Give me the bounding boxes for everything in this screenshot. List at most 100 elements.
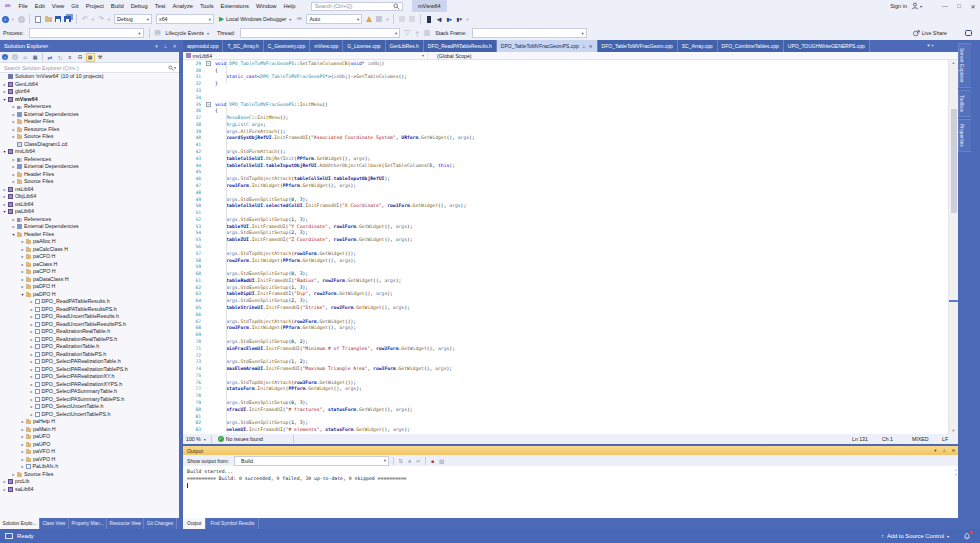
expand-icon[interactable]: ▸ <box>2 479 7 484</box>
search-input[interactable]: Search (Ctrl+Q) <box>311 2 403 11</box>
expand-icon[interactable]: ▸ <box>11 127 16 132</box>
step-over-icon[interactable] <box>398 14 407 24</box>
redo-icon[interactable]: ↷ <box>97 14 106 24</box>
menu-tools[interactable]: Tools <box>197 0 218 12</box>
tree-item[interactable]: ▸paHelp H <box>0 418 179 426</box>
fold-icon[interactable]: − <box>206 61 211 66</box>
menu-analyze[interactable]: Analyze <box>169 0 197 12</box>
output-wrap-icon[interactable]: ↵ <box>415 458 423 464</box>
expand-icon[interactable]: ▸ <box>11 217 16 222</box>
output-window-position-icon[interactable]: ▾ <box>931 448 940 453</box>
tree-item[interactable]: ClassDiagram1.cd <box>0 141 179 149</box>
step-into-icon[interactable] <box>408 14 417 24</box>
expand-icon[interactable]: ▸ <box>11 164 16 169</box>
navigate-forward-icon[interactable]: › <box>17 14 26 24</box>
right-tab[interactable]: Properties <box>958 119 971 152</box>
auto-dropdown[interactable]: Auto▾ <box>306 14 362 24</box>
se-home-icon[interactable]: ⌂ <box>21 53 30 62</box>
menu-file[interactable]: File <box>15 0 31 12</box>
expand-icon[interactable]: ▸ <box>20 247 25 252</box>
expand-icon[interactable]: ▸ <box>29 352 34 357</box>
expand-icon[interactable]: ▸ <box>29 412 34 417</box>
editor-scrollbar[interactable]: ▴ ▾ <box>948 60 958 434</box>
expand-icon[interactable]: ▸ <box>29 359 34 364</box>
output-source-dropdown[interactable]: Build▾ <box>234 456 389 466</box>
tree-item[interactable]: ▾mView64 <box>0 96 179 104</box>
menu-test[interactable]: Test <box>151 0 169 12</box>
tree-item[interactable]: ▸Source Files <box>0 133 179 141</box>
tree-item[interactable]: ▸External Dependencies <box>0 223 179 231</box>
document-tab[interactable]: C_Geometry.cpp <box>264 40 310 52</box>
bookmark-icon[interactable] <box>425 14 434 24</box>
project-dropdown[interactable]: mvLib64 ▾ <box>183 52 428 59</box>
tree-item[interactable]: ▸DPO_SelectPARealizationTablePS.h <box>0 366 179 374</box>
expand-icon[interactable]: ▸ <box>2 194 7 199</box>
expand-icon[interactable]: ▸ <box>11 134 16 139</box>
configuration-dropdown[interactable]: Debug▾ <box>114 14 152 24</box>
user-icon[interactable]: ▾ <box>911 2 922 10</box>
tree-item[interactable]: ▸paUPO <box>0 441 179 449</box>
tree-item[interactable]: ▸paCalcClass H <box>0 246 179 254</box>
feedback-icon[interactable] <box>965 30 972 36</box>
output-content[interactable]: ▴▾ Build started...========== Build: 0 s… <box>183 466 958 518</box>
stack-frame-dropdown[interactable]: ▾ <box>472 28 587 38</box>
bottom-tab-1[interactable]: Find Symbol Results <box>206 518 259 529</box>
expand-icon[interactable]: ▸ <box>20 464 25 469</box>
output-copy-icon[interactable]: ▤ <box>438 458 446 464</box>
document-tab[interactable]: T_SC_Array.h <box>223 40 263 52</box>
document-tab[interactable]: mView.cpp <box>310 40 343 52</box>
scrollbar-thumb[interactable] <box>951 109 957 213</box>
attach-icon[interactable]: ⇻ <box>295 14 304 24</box>
tree-item[interactable]: ▸DPO_SelectPARealizationXY.h <box>0 373 179 381</box>
se-collapse-all-icon[interactable]: ⊟ <box>76 53 85 62</box>
solution-badge[interactable]: mView64 <box>412 0 447 12</box>
se-show-all-files-icon[interactable]: ▩ <box>86 53 95 62</box>
expand-icon[interactable]: ▸ <box>29 314 34 319</box>
output-clear-icon[interactable]: ■ <box>429 458 437 464</box>
left-tab-0[interactable]: Solution Explo... <box>0 518 40 529</box>
tree-item[interactable]: ▸DPO_ReadPATableResults.h <box>0 298 179 306</box>
se-forward-icon[interactable]: › <box>11 53 20 62</box>
document-tab[interactable]: DPO_TableToMVFracGeomPS.cpp⊥✕ <box>497 40 598 52</box>
left-tab-2[interactable]: Property Man... <box>69 518 107 529</box>
menu-help[interactable]: Help <box>280 0 299 12</box>
document-tab[interactable]: appmodul.cpp <box>183 40 223 52</box>
bookmark-list-icon[interactable]: ▮▾ <box>455 14 464 24</box>
tree-item[interactable]: ▸paAlloc H <box>0 238 179 246</box>
expand-icon[interactable]: ▸ <box>29 307 34 312</box>
tree-item[interactable]: ▸GenLib64 <box>0 81 179 89</box>
menu-project[interactable]: Project <box>82 0 107 12</box>
redo-dropdown[interactable]: ▾ <box>107 14 112 24</box>
expand-icon[interactable]: ▸ <box>29 337 34 342</box>
menu-debug[interactable]: Debug <box>127 0 151 12</box>
tree-item[interactable]: ▸prcLib <box>0 478 179 486</box>
collapse-icon[interactable]: ▾ <box>2 209 7 214</box>
expand-icon[interactable]: ▸ <box>11 157 16 162</box>
flag-icon[interactable]: † <box>413 28 422 38</box>
tree-item[interactable]: ▸DPO_RealizationRealTablePS.h <box>0 336 179 344</box>
tab-pin-icon[interactable]: ⊥ <box>582 44 586 49</box>
notifications-bell-icon[interactable] <box>963 532 972 541</box>
tree-item[interactable]: ▸osLib64 <box>0 201 179 209</box>
collapse-icon[interactable]: ▾ <box>11 232 16 237</box>
tree-item[interactable]: ▸Header Files <box>0 171 179 179</box>
document-tab[interactable]: UPO_TOUGHWriteGENERPS.cpp <box>784 40 870 52</box>
expand-icon[interactable]: ▸ <box>2 89 7 94</box>
zoom-level[interactable]: 100 % <box>183 436 201 442</box>
scope-dropdown[interactable]: (Global Scope) <box>428 52 958 59</box>
output-goto-icon[interactable]: ≡ <box>406 458 414 464</box>
expand-icon[interactable]: ▸ <box>29 382 34 387</box>
bookmark-next-icon[interactable]: ▮▸ <box>445 14 454 24</box>
menu-edit[interactable]: Edit <box>31 0 48 12</box>
code-editor[interactable]: 29−void DPO_TableToMVFracGeomPS::SetTabl… <box>183 60 958 434</box>
tree-item[interactable]: ▸References <box>0 216 179 224</box>
expand-icon[interactable]: ▸ <box>29 322 34 327</box>
tree-item[interactable]: ▸DPO_RealizationTablePS.h <box>0 351 179 359</box>
tree-item[interactable]: ▸paCFO H <box>0 253 179 261</box>
menu-extensions[interactable]: Extensions <box>217 0 252 12</box>
tree-item[interactable]: ▸glor64 <box>0 88 179 96</box>
undo-dropdown[interactable]: ▾ <box>91 14 96 24</box>
tree-item[interactable]: ▸nsLib64 <box>0 186 179 194</box>
tree-item[interactable]: Solution 'mView64' (10 of 10 projects) <box>0 73 179 81</box>
se-switch-views-icon[interactable]: ▦ <box>31 53 40 62</box>
